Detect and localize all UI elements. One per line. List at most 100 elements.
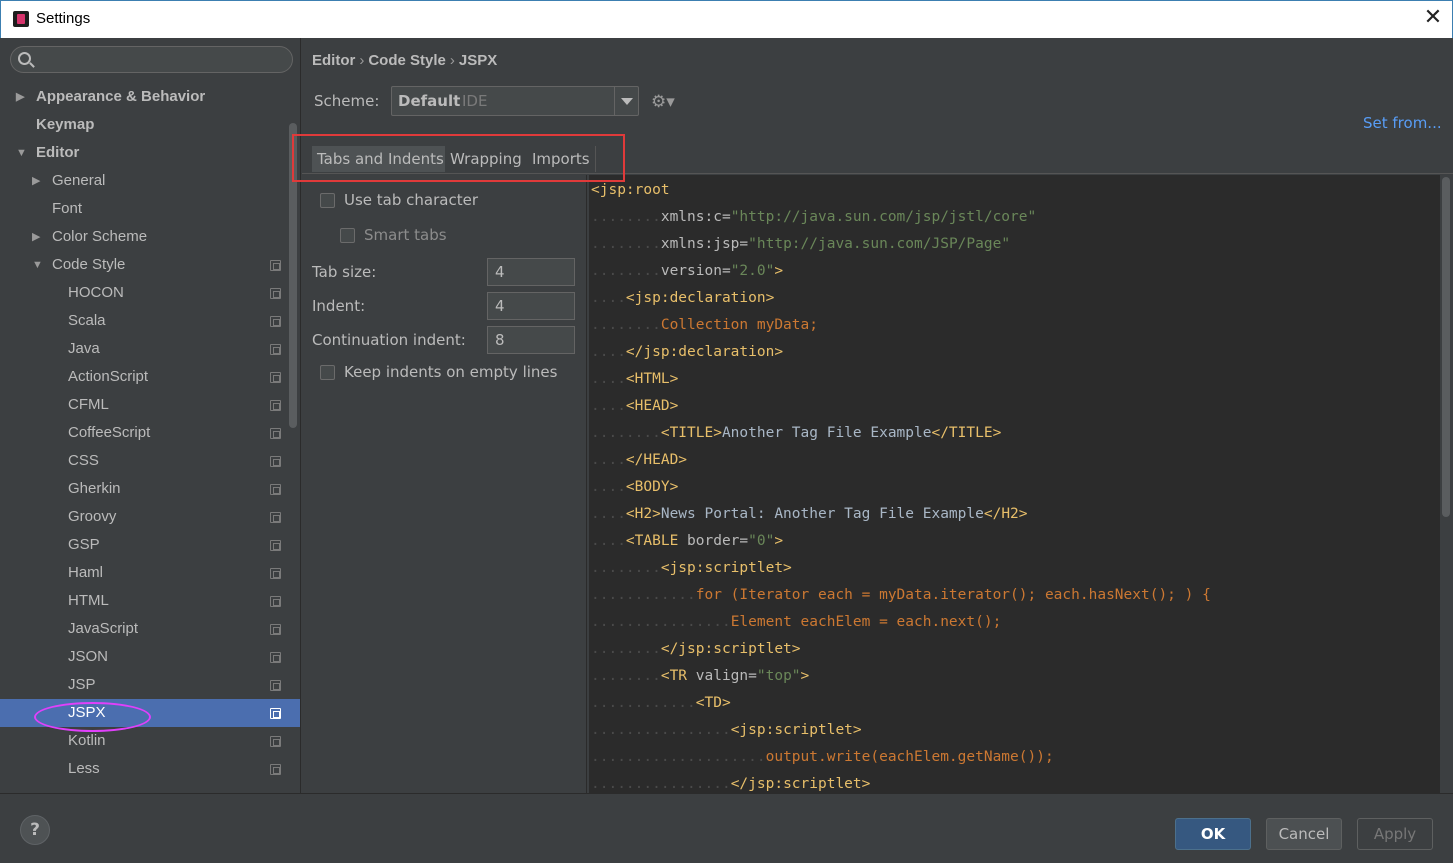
code-token: "top" <box>756 668 801 684</box>
scheme-sub: IDE <box>462 92 488 110</box>
sidebar-item-label: Font <box>52 200 83 217</box>
sidebar-item-scala[interactable]: Scala <box>0 307 300 335</box>
sidebar-item-editor[interactable]: ▼ Editor <box>0 139 300 167</box>
sidebar-item-label: JSP <box>68 676 96 693</box>
sidebar-item-css[interactable]: CSS <box>0 447 300 475</box>
code-line: ....<HEAD> <box>591 393 678 420</box>
code-token: output.write(eachElem.getName()); <box>765 749 1054 765</box>
search-input[interactable] <box>10 46 293 73</box>
project-scheme-icon <box>270 260 281 271</box>
breadcrumb-editor: Editor <box>312 52 356 69</box>
project-scheme-icon <box>270 400 281 411</box>
sidebar-item-html[interactable]: HTML <box>0 587 300 615</box>
code-line: ................Element eachElem = each.… <box>591 609 1001 636</box>
sidebar-item-groovy[interactable]: Groovy <box>0 503 300 531</box>
sidebar-item-keymap[interactable]: Keymap <box>0 111 300 139</box>
sidebar-item-font[interactable]: Font <box>0 195 300 223</box>
indent-field[interactable]: 4 <box>487 292 575 320</box>
project-scheme-icon <box>270 372 281 383</box>
sidebar-item-label: Less <box>68 760 100 777</box>
whitespace-dots: ........ <box>591 560 661 576</box>
code-token: > <box>774 263 784 279</box>
sidebar-item-label: Appearance & Behavior <box>36 88 206 105</box>
cancel-button[interactable]: Cancel <box>1266 818 1342 850</box>
scheme-dropdown[interactable]: Default IDE <box>391 86 639 116</box>
project-scheme-icon <box>270 764 281 775</box>
sidebar-item-kotlin[interactable]: Kotlin <box>0 727 300 755</box>
close-icon[interactable]: ✕ <box>1421 5 1445 31</box>
chevron-right-icon[interactable]: ▶ <box>16 83 24 111</box>
chevron-down-icon[interactable] <box>614 87 638 115</box>
checkbox-box[interactable] <box>320 193 335 208</box>
title-bar: Settings ✕ <box>0 0 1453 38</box>
sidebar-item-label: HOCON <box>68 284 124 301</box>
use-tab-label: Use tab character <box>344 191 478 209</box>
code-token: <TABLE <box>625 533 688 549</box>
code-line: ....<BODY> <box>591 474 678 501</box>
whitespace-dots: ................ <box>591 722 731 738</box>
code-token: <TR <box>660 668 696 684</box>
sidebar-item-label: Color Scheme <box>52 228 148 245</box>
sidebar-item-json[interactable]: JSON <box>0 643 300 671</box>
code-line: ........version="2.0"> <box>591 258 783 285</box>
checkbox-box[interactable] <box>340 228 355 243</box>
checkbox-box[interactable] <box>320 365 335 380</box>
jspx-highlight-ellipse <box>34 702 151 732</box>
code-line: ....<H2>News Portal: Another Tag File Ex… <box>591 501 1028 528</box>
project-scheme-icon <box>270 456 281 467</box>
chevron-down-icon[interactable]: ▼ <box>32 251 43 279</box>
chevron-right-icon[interactable]: ▶ <box>32 223 40 251</box>
code-token: <jsp:scriptlet> <box>660 560 792 576</box>
whitespace-dots: ........ <box>591 668 661 684</box>
code-token: for (Iterator each = myData.iterator(); … <box>695 587 1211 603</box>
sidebar-item-color-scheme[interactable]: ▶ Color Scheme <box>0 223 300 251</box>
code-token: <TITLE> <box>660 425 722 441</box>
scheme-value: Default <box>398 92 461 110</box>
tab-size-field[interactable]: 4 <box>487 258 575 286</box>
sidebar-item-code-style[interactable]: ▼ Code Style <box>0 251 300 279</box>
sidebar-item-gherkin[interactable]: Gherkin <box>0 475 300 503</box>
apply-button[interactable]: Apply <box>1357 818 1433 850</box>
chevron-right-icon[interactable]: ▶ <box>32 167 40 195</box>
sidebar-item-less[interactable]: Less <box>0 755 300 783</box>
code-line: ............for (Iterator each = myData.… <box>591 582 1211 609</box>
code-token: <jsp:scriptlet> <box>730 722 862 738</box>
sidebar-item-appearance-behavior[interactable]: ▶ Appearance & Behavior <box>0 83 300 111</box>
whitespace-dots: ........ <box>591 209 661 225</box>
sidebar-item-javascript[interactable]: JavaScript <box>0 615 300 643</box>
code-token: "0" <box>748 533 775 549</box>
whitespace-dots: .... <box>591 398 626 414</box>
sidebar-item-jsp[interactable]: JSP <box>0 671 300 699</box>
sidebar-item-label: CoffeeScript <box>68 424 151 441</box>
whitespace-dots: ............ <box>591 587 696 603</box>
preview-scrollbar[interactable] <box>1442 177 1450 517</box>
sidebar-item-gsp[interactable]: GSP <box>0 531 300 559</box>
set-from-link[interactable]: Set from... <box>1363 114 1442 132</box>
help-button[interactable]: ? <box>20 815 50 845</box>
chevron-down-icon[interactable]: ▼ <box>16 139 27 167</box>
sidebar-item-general[interactable]: ▶ General <box>0 167 300 195</box>
search-icon <box>18 52 31 65</box>
whitespace-dots: .................... <box>591 749 766 765</box>
whitespace-dots: .... <box>591 371 626 387</box>
breadcrumb-separator: › <box>449 52 455 69</box>
code-line: ........</jsp:scriptlet> <box>591 636 801 663</box>
sidebar-item-coffeescript[interactable]: CoffeeScript <box>0 419 300 447</box>
sidebar-item-haml[interactable]: Haml <box>0 559 300 587</box>
gear-icon[interactable]: ⚙▾ <box>651 92 675 112</box>
code-token: </jsp:scriptlet> <box>730 776 871 792</box>
continuation-indent-field[interactable]: 8 <box>487 326 575 354</box>
code-token: <HEAD> <box>625 398 679 414</box>
sidebar-item-actionscript[interactable]: ActionScript <box>0 363 300 391</box>
sidebar-item-label: Haml <box>68 564 104 581</box>
sidebar-item-cfml[interactable]: CFML <box>0 391 300 419</box>
indent-options-panel: Use tab character Smart tabs Tab size: 4… <box>302 175 587 793</box>
ok-button[interactable]: OK <box>1175 818 1251 850</box>
code-token: <jsp:declaration> <box>625 290 775 306</box>
breadcrumb-separator: › <box>359 52 365 69</box>
smart-tabs-label: Smart tabs <box>364 226 447 244</box>
sidebar-item-java[interactable]: Java <box>0 335 300 363</box>
project-scheme-icon <box>270 316 281 327</box>
sidebar-item-hocon[interactable]: HOCON <box>0 279 300 307</box>
code-token: Another Tag File Example <box>721 425 932 441</box>
